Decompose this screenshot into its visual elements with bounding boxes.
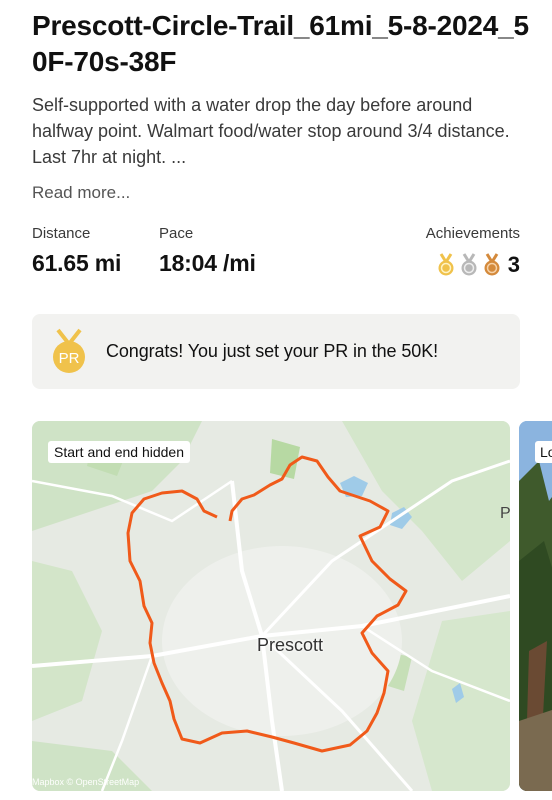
photo-badge: Lo xyxy=(535,441,552,463)
read-more-link[interactable]: Read more... xyxy=(32,183,130,203)
pace-value: 18:04 /mi xyxy=(159,250,256,276)
pr-medal-icon: PR xyxy=(53,328,85,373)
distance-label: Distance xyxy=(32,225,91,242)
activity-photo[interactable]: Lo xyxy=(519,421,552,791)
photo-image xyxy=(519,421,552,791)
pace-stat: Pace 18:04 /mi xyxy=(159,225,256,277)
achievements-label: Achievements xyxy=(425,225,520,242)
map-attribution: Mapbox © OpenStreetMap xyxy=(32,777,140,787)
pr-medal-text: PR xyxy=(59,350,80,367)
map-city-label: Prescott xyxy=(257,635,324,655)
pace-label: Pace xyxy=(159,225,194,242)
activity-title: Prescott-Circle-Trail_61mi_5-8-2024_50F-… xyxy=(32,10,529,77)
pr-banner[interactable]: PR Congrats! You just set your PR in the… xyxy=(32,314,520,389)
achievements-count: 3 xyxy=(507,252,520,277)
map-background xyxy=(32,421,510,791)
silver-medal-icon xyxy=(461,253,477,276)
bronze-medal-icon xyxy=(484,253,500,276)
distance-stat: Distance 61.65 mi xyxy=(32,225,121,277)
start-end-hidden-badge: Start and end hidden xyxy=(48,441,190,463)
achievements-stat[interactable]: Achievements 3 xyxy=(426,225,520,278)
distance-value: 61.65 mi xyxy=(32,250,122,276)
activity-description: Self-supported with a water drop the day… xyxy=(32,95,510,167)
pr-message: Congrats! You just set your PR in the 50… xyxy=(106,341,438,361)
map-edge-label: P xyxy=(500,505,510,522)
route-map[interactable]: Start and end hidden Prescott P Mapbox ©… xyxy=(32,421,510,791)
achievements-medals[interactable]: 3 xyxy=(426,252,520,278)
gold-medal-icon xyxy=(438,253,454,276)
